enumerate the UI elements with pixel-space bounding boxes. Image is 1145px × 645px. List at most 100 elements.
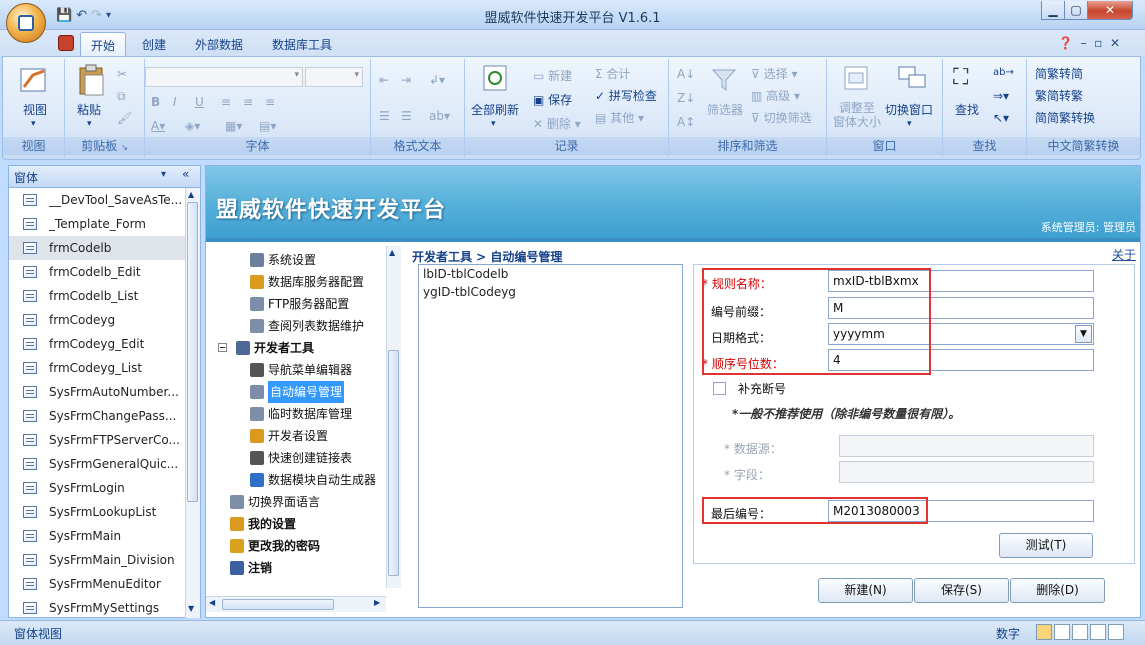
font-size-select[interactable]: ▾ (305, 67, 363, 87)
new-record-button[interactable]: ▭ 新建 (533, 67, 572, 84)
fill-color-icon[interactable]: ◈▾ (185, 119, 200, 133)
customize-qat-icon[interactable]: ▾ (106, 10, 111, 21)
new-button[interactable]: 新建(N) (818, 578, 913, 603)
delete-record-button[interactable]: ✕ 删除 ▾ (533, 115, 581, 132)
scroll-left-icon[interactable]: ◀ (209, 598, 215, 607)
form-view-icon[interactable] (1036, 624, 1052, 640)
ribbon-restore-icon[interactable]: ▫ (1094, 36, 1102, 50)
decrease-indent-icon[interactable]: ⇤ (379, 73, 389, 87)
nav-item[interactable]: SysFrmChangePass... (9, 404, 185, 428)
redo-icon[interactable]: ↷ (91, 8, 102, 23)
simplified-to-traditional-button[interactable]: 繁简转繁 (1035, 87, 1083, 104)
minimize-button[interactable]: ▁ (1041, 1, 1065, 20)
nav-item[interactable]: SysFrmMain (9, 524, 185, 548)
rule-list[interactable]: lbID-tblCodelb ygID-tblCodeyg (418, 264, 683, 608)
size-to-fit-button[interactable]: 调整至 窗体大小 (833, 101, 881, 129)
tree-horizontal-scrollbar[interactable]: ◀ ▶ (206, 596, 386, 612)
data-source-input[interactable] (839, 435, 1094, 457)
align-right-icon[interactable]: ≡ (265, 95, 275, 109)
numbering-icon[interactable]: ☰ (401, 109, 412, 123)
office-button[interactable] (6, 3, 46, 43)
replace-icon[interactable]: ab→ (993, 67, 1014, 78)
spelling-button[interactable]: ✓ 拼写检查 (595, 87, 657, 104)
ribbon-close-icon[interactable]: ✕ (1110, 36, 1120, 50)
increase-indent-icon[interactable]: ⇥ (401, 73, 411, 87)
collapse-icon[interactable]: − (218, 343, 227, 352)
totals-button[interactable]: Σ 合计 (595, 65, 630, 82)
about-link[interactable]: 关于 (1112, 246, 1136, 263)
align-center-icon[interactable]: ≡ (243, 95, 253, 109)
nav-item[interactable]: frmCodelb (9, 236, 185, 260)
switch-window-button[interactable]: 切换窗口 (885, 101, 933, 118)
paste-button[interactable]: 粘贴 (77, 101, 101, 118)
scroll-up-icon[interactable]: ▲ (389, 248, 395, 257)
align-left-icon[interactable]: ≡ (221, 95, 231, 109)
dialog-launcher-icon[interactable]: ↘ (121, 143, 128, 152)
font-name-select[interactable]: ▾ (145, 67, 303, 87)
scroll-right-icon[interactable]: ▶ (374, 598, 380, 607)
nav-item[interactable]: SysFrmAutoNumber... (9, 380, 185, 404)
scroll-thumb[interactable] (388, 350, 399, 576)
find-button[interactable]: 查找 (955, 101, 979, 118)
format-painter-icon[interactable]: 🖌 (117, 111, 132, 125)
nav-item[interactable]: frmCodeyg_Edit (9, 332, 185, 356)
chevron-down-icon[interactable]: ▼ (1075, 325, 1092, 343)
bold-icon[interactable]: B (151, 95, 160, 109)
nav-item[interactable]: frmCodeyg_List (9, 356, 185, 380)
more-button[interactable]: ▤ 其他 ▾ (595, 109, 644, 126)
sort-ascending-icon[interactable]: A↓ (677, 67, 695, 81)
nav-item[interactable]: _Template_Form (9, 212, 185, 236)
nav-item[interactable]: SysFrmGeneralQuic... (9, 452, 185, 476)
font-color-icon[interactable]: A▾ (151, 119, 165, 133)
filter-button[interactable]: 筛选器 (707, 101, 743, 118)
nav-item[interactable]: SysFrmFTPServerCo... (9, 428, 185, 452)
goto-icon[interactable]: ⇒▾ (993, 89, 1009, 103)
tab-home[interactable]: 开始 (80, 32, 127, 56)
nav-item[interactable]: SysFrmMySettings (9, 596, 185, 618)
nav-item[interactable]: SysFrmLookupList (9, 500, 185, 524)
paragraph-icon[interactable]: ↲▾ (429, 73, 445, 87)
underline-icon[interactable]: U (195, 95, 204, 109)
save-button[interactable]: 保存(S) (914, 578, 1009, 603)
nav-item[interactable]: frmCodeyg (9, 308, 185, 332)
scroll-thumb[interactable] (187, 202, 198, 502)
bullets-icon[interactable]: ☰ (379, 109, 390, 123)
nav-item[interactable]: SysFrmMain_Division (9, 548, 185, 572)
nav-item[interactable]: frmCodelb_Edit (9, 260, 185, 284)
select-icon[interactable]: ↖▾ (993, 111, 1009, 125)
nav-item[interactable]: SysFrmMenuEditor (9, 572, 185, 596)
toggle-filter-button[interactable]: ⊽ 切换筛选 (751, 109, 812, 126)
refresh-all-button[interactable]: 全部刷新 (471, 101, 519, 118)
gridlines-icon[interactable]: ▦▾ (225, 119, 242, 133)
nav-item[interactable]: __DevTool_SaveAsTe... (9, 188, 185, 212)
selection-button[interactable]: ⊽ 选择 ▾ (751, 65, 797, 82)
list-item[interactable]: lbID-tblCodelb (419, 265, 682, 283)
pivot-chart-view-icon[interactable] (1090, 624, 1106, 640)
highlight-icon[interactable]: ab▾ (429, 109, 450, 123)
undo-icon[interactable]: ↶ (76, 8, 87, 23)
nav-item[interactable]: SysFrmLogin (9, 476, 185, 500)
pivot-table-view-icon[interactable] (1072, 624, 1088, 640)
sort-descending-icon[interactable]: Z↓ (677, 91, 695, 105)
fill-gaps-checkbox[interactable] (713, 382, 726, 395)
scroll-up-icon[interactable]: ▲ (188, 190, 194, 199)
save-record-button[interactable]: ▣ 保存 (533, 91, 572, 108)
field-input[interactable] (839, 461, 1094, 483)
datasheet-view-icon[interactable] (1054, 624, 1070, 640)
copy-icon[interactable]: ⧉ (117, 89, 126, 104)
chevron-down-icon[interactable]: ▾ (87, 119, 92, 129)
close-button[interactable]: ✕ (1087, 1, 1133, 20)
chevron-down-icon[interactable]: ▾ (31, 119, 36, 129)
save-icon[interactable]: 💾 (56, 8, 72, 23)
scroll-thumb[interactable] (222, 599, 334, 610)
view-button[interactable]: 视图 (23, 101, 47, 118)
cut-icon[interactable]: ✂ (117, 67, 127, 81)
maximize-button[interactable]: ▢ (1064, 1, 1088, 20)
tab-external-data[interactable]: 外部数据 (185, 32, 253, 56)
ribbon-minimize-icon[interactable]: – (1081, 36, 1087, 50)
clear-sort-icon[interactable]: A↕ (677, 115, 695, 129)
chevron-down-icon[interactable]: ▾ (491, 119, 496, 129)
test-button[interactable]: 测试(T) (999, 533, 1093, 558)
nav-pane-header[interactable]: 窗体 ▾ « (9, 166, 200, 188)
list-item[interactable]: ygID-tblCodeyg (419, 283, 682, 301)
